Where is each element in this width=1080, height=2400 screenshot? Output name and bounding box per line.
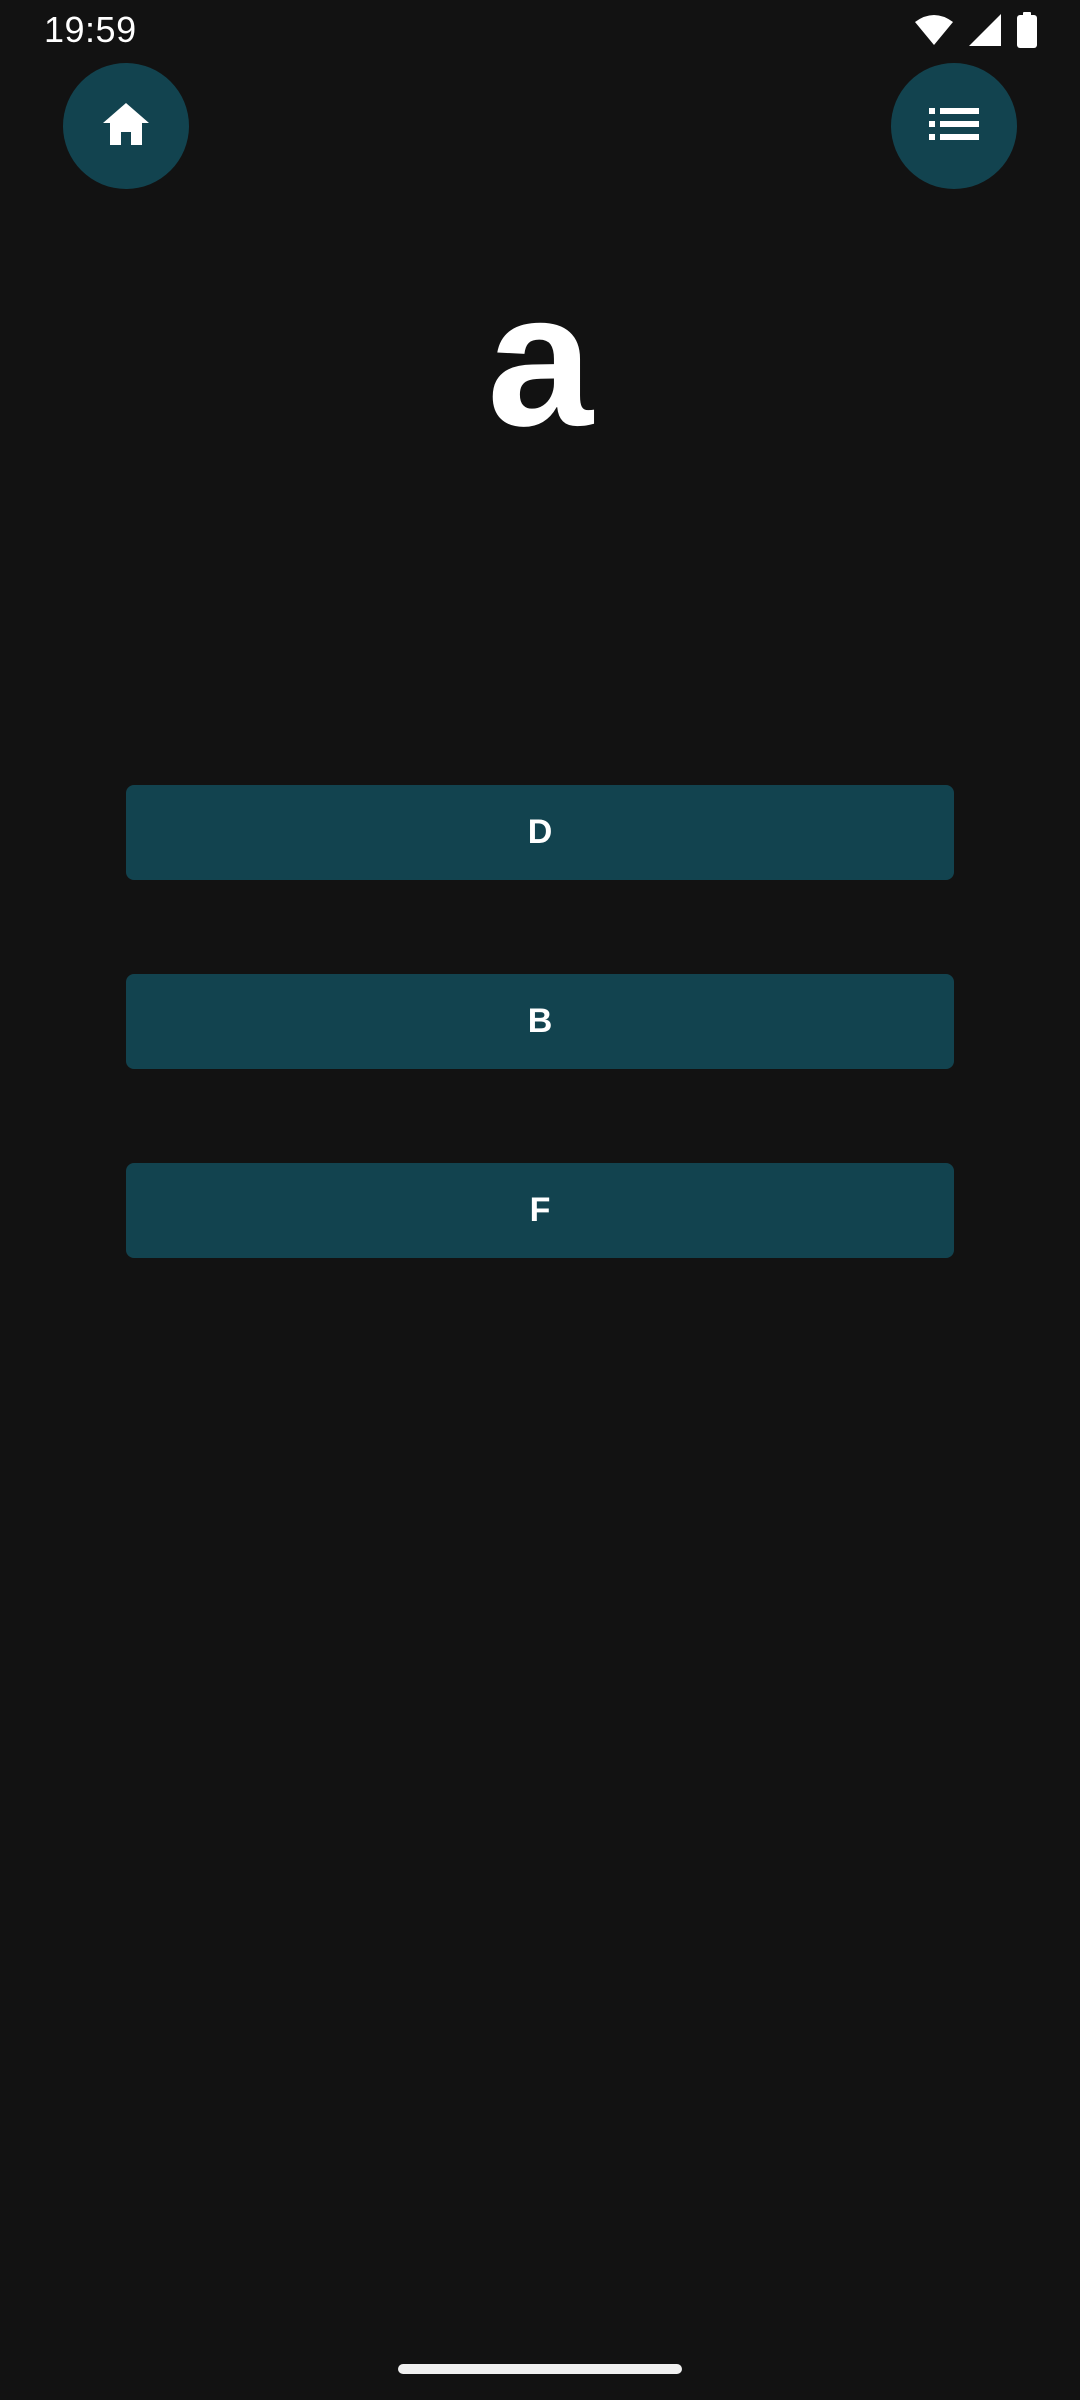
cellular-signal-icon: [968, 13, 1002, 47]
wifi-icon: [914, 14, 954, 46]
answer-button-2[interactable]: B: [126, 974, 954, 1069]
list-button[interactable]: [891, 63, 1017, 189]
list-icon: [929, 106, 979, 147]
status-icons: [914, 10, 1038, 50]
gesture-home-indicator[interactable]: [398, 2364, 682, 2374]
home-icon: [101, 101, 151, 152]
answer-button-3[interactable]: F: [126, 1163, 954, 1258]
status-bar: 19:59: [0, 0, 1080, 60]
battery-icon: [1016, 12, 1038, 48]
prompt-letter: a: [487, 254, 593, 466]
status-time: 19:59: [44, 9, 137, 50]
home-button[interactable]: [63, 63, 189, 189]
answer-button-1[interactable]: D: [126, 785, 954, 880]
